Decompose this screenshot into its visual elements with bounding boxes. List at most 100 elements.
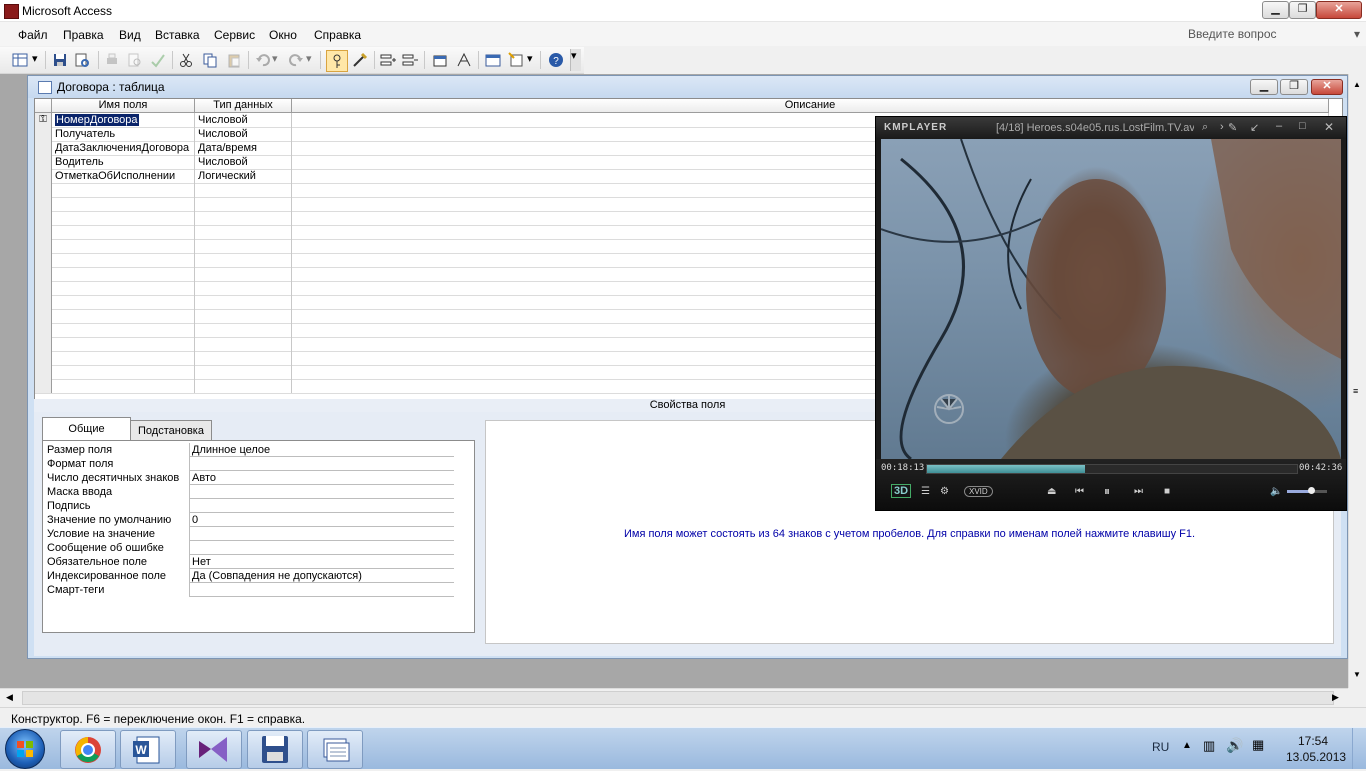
tab-general[interactable]: Общие (42, 417, 131, 441)
scroll-thumb[interactable] (22, 691, 1334, 705)
cell-field-name[interactable] (52, 267, 195, 281)
row-selector[interactable] (35, 337, 52, 351)
cell-data-type[interactable] (195, 197, 292, 211)
taskbar-visual-studio[interactable] (186, 730, 242, 769)
minimize-icon[interactable]: – (1276, 120, 1282, 132)
cell-data-type[interactable] (195, 253, 292, 267)
table-props-icon[interactable] (74, 52, 90, 68)
menu-tools[interactable]: Сервис (214, 28, 255, 42)
volume-icon[interactable]: 🔈 (1270, 486, 1282, 497)
language-indicator[interactable]: RU (1152, 740, 1169, 754)
taskbar-explorer[interactable] (307, 730, 363, 769)
pin-icon[interactable]: ✎ (1228, 121, 1237, 134)
cell-field-name[interactable] (52, 379, 195, 393)
clock-date[interactable]: 13.05.2013 (1286, 750, 1346, 764)
menu-insert[interactable]: Вставка (155, 28, 200, 42)
child-minimize-button[interactable]: ▁ (1250, 79, 1278, 95)
cell-field-name[interactable] (52, 183, 195, 197)
device-icon[interactable]: ▥ (1203, 738, 1215, 754)
row-selector[interactable] (35, 225, 52, 239)
pause-icon[interactable]: ⏸ (1104, 484, 1110, 499)
row-selector[interactable] (35, 183, 52, 197)
indexes-icon[interactable] (456, 52, 472, 68)
row-selector[interactable] (35, 239, 52, 253)
row-selector[interactable] (35, 281, 52, 295)
row-selector[interactable] (35, 155, 52, 169)
cell-data-type[interactable] (195, 281, 292, 295)
property-value[interactable] (189, 457, 454, 471)
undo-icon[interactable] (255, 52, 271, 68)
close-button[interactable]: ✕ (1316, 1, 1362, 19)
cell-field-name[interactable]: Водитель (52, 155, 195, 169)
taskbar-word[interactable]: W (120, 730, 176, 769)
cell-field-name[interactable] (52, 197, 195, 211)
cell-field-name[interactable]: НомерДоговора (52, 113, 195, 127)
next-icon[interactable]: ⏭ (1134, 486, 1143, 497)
child-restore-button[interactable]: ❐ (1280, 79, 1308, 95)
chevron-down-icon[interactable]: ▾ (306, 52, 314, 68)
cell-data-type[interactable]: Дата/время (195, 141, 292, 155)
compact-mode-icon[interactable]: ↙ (1250, 121, 1259, 134)
property-value[interactable]: Авто (189, 471, 454, 485)
scroll-down-icon[interactable]: ▼ (1353, 670, 1361, 679)
property-value[interactable]: 0 (189, 513, 454, 527)
minimize-button[interactable]: ▁ (1262, 1, 1289, 19)
cell-data-type[interactable] (195, 267, 292, 281)
volume-slider[interactable] (1287, 487, 1327, 494)
property-value[interactable]: Нет (189, 555, 454, 569)
row-selector[interactable] (35, 169, 52, 183)
cut-icon[interactable] (178, 52, 194, 68)
maximize-icon[interactable]: □ (1299, 120, 1306, 132)
properties-icon[interactable] (432, 52, 448, 68)
chevron-down-icon[interactable]: ▾ (527, 52, 535, 68)
builder-icon[interactable] (352, 52, 368, 68)
cell-data-type[interactable] (195, 183, 292, 197)
row-selector[interactable] (35, 127, 52, 141)
scroll-right-icon[interactable]: ▶ (1332, 692, 1339, 703)
cell-data-type[interactable]: Числовой (195, 155, 292, 169)
cell-field-name[interactable] (52, 225, 195, 239)
video-frame[interactable] (881, 139, 1341, 459)
cell-field-name[interactable] (52, 365, 195, 379)
delete-rows-icon[interactable] (402, 52, 418, 68)
vertical-scrollbar[interactable]: ▲ ≡ ▼ (1348, 74, 1366, 688)
row-selector[interactable] (35, 267, 52, 281)
row-selector[interactable] (35, 295, 52, 309)
taskbar-chrome[interactable] (60, 730, 116, 769)
property-value[interactable] (189, 527, 454, 541)
cell-data-type[interactable] (195, 365, 292, 379)
row-selector[interactable] (35, 379, 52, 393)
primary-key-indicator-icon[interactable]: ⚿ (35, 113, 52, 127)
property-value[interactable]: Длинное целое (189, 443, 454, 457)
playlist-icon[interactable]: ☰ (921, 486, 930, 497)
3d-button[interactable]: 3D (891, 484, 912, 498)
menu-edit[interactable]: Правка (63, 28, 104, 42)
property-value[interactable]: Да (Совпадения не допускаются) (189, 569, 454, 583)
cell-field-name[interactable] (52, 309, 195, 323)
cell-data-type[interactable] (195, 309, 292, 323)
print-icon[interactable] (104, 52, 120, 68)
view-icon[interactable] (12, 52, 28, 68)
cell-field-name[interactable] (52, 239, 195, 253)
row-selector[interactable] (35, 197, 52, 211)
cell-field-name[interactable] (52, 337, 195, 351)
seek-bar[interactable] (926, 464, 1298, 474)
row-selector[interactable] (35, 141, 52, 155)
new-object-icon[interactable] (508, 52, 524, 68)
chevron-down-icon[interactable]: ▾ (272, 52, 280, 68)
cell-data-type[interactable] (195, 295, 292, 309)
column-header-data-type[interactable]: Тип данных (195, 99, 292, 113)
network-icon[interactable]: ▦ (1252, 737, 1264, 753)
show-desktop-button[interactable] (1352, 728, 1366, 769)
ask-question-box[interactable]: Введите вопрос ▾ (1188, 27, 1360, 41)
row-selector[interactable] (35, 323, 52, 337)
volume-tray-icon[interactable]: 🔊 (1226, 737, 1243, 754)
clock-time[interactable]: 17:54 (1298, 734, 1328, 748)
column-header-description[interactable]: Описание (292, 99, 1329, 113)
cell-field-name[interactable] (52, 351, 195, 365)
cell-field-name[interactable] (52, 281, 195, 295)
cell-data-type[interactable] (195, 379, 292, 393)
copy-icon[interactable] (202, 52, 218, 68)
cell-field-name[interactable]: Получатель (52, 127, 195, 141)
eject-icon[interactable]: ⏏ (1047, 486, 1056, 497)
